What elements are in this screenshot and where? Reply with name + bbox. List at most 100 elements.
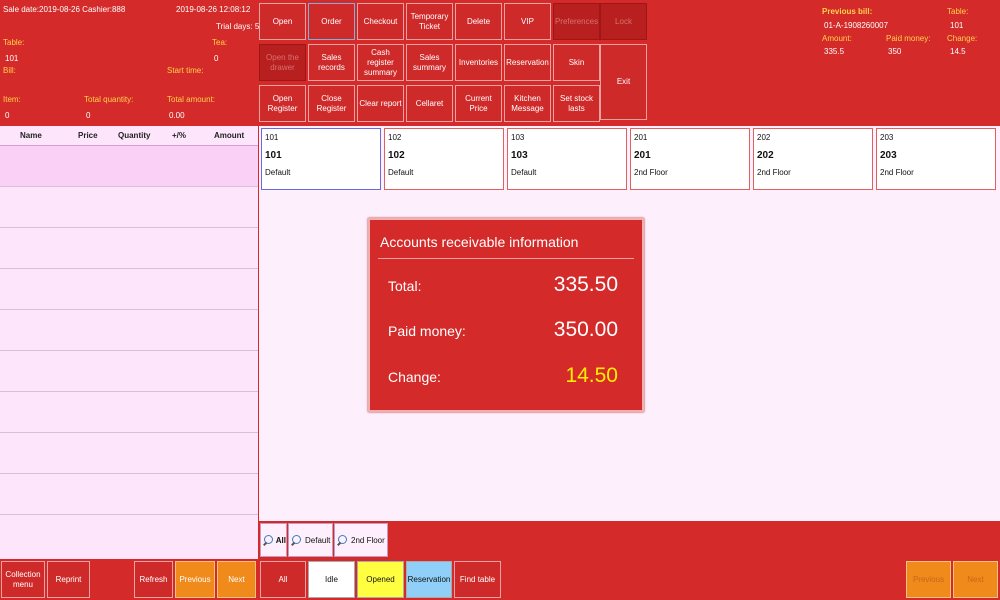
sales-summary-button[interactable]: Sales summary — [406, 44, 453, 81]
current-price-button[interactable]: Current Price — [455, 85, 502, 122]
paid-money-label: Paid money: — [388, 323, 466, 339]
previous-bill-panel: Previous bill: Table: 01-A-1908260007 10… — [805, 0, 1000, 60]
dialog-title: Accounts receivable information — [380, 234, 579, 250]
order-row[interactable] — [0, 351, 258, 392]
table-code: 103 — [511, 133, 525, 142]
reservation-button[interactable]: Reservation — [504, 44, 551, 81]
order-list[interactable]: Name Price Quantity +/% Amount — [0, 126, 258, 559]
status-idle-button[interactable]: Idle — [308, 561, 355, 598]
table-code: 102 — [388, 133, 402, 142]
order-row[interactable] — [0, 146, 258, 187]
table-card-102[interactable]: 102 102 Default — [384, 128, 504, 190]
previous-change-value: 14.5 — [950, 47, 966, 56]
cash-register-summary-button[interactable]: Cash register summary — [357, 44, 404, 81]
order-row[interactable] — [0, 433, 258, 474]
area-default-button[interactable]: Default — [288, 523, 333, 557]
vip-button[interactable]: VIP — [504, 3, 551, 40]
column-name: Name — [20, 131, 42, 140]
table-next-button[interactable]: Next — [953, 561, 998, 598]
table-area: 2nd Floor — [634, 168, 668, 177]
trial-days: Trial days: 5 — [216, 22, 260, 31]
item-label: Item: — [3, 95, 21, 104]
lock-button[interactable]: Lock — [600, 3, 647, 40]
tea-value: 0 — [214, 54, 219, 63]
previous-change-label: Change: — [947, 34, 978, 43]
order-row[interactable] — [0, 228, 258, 269]
table-code: 201 — [634, 133, 648, 142]
next-page-button[interactable]: Next — [217, 561, 256, 598]
table-area: Default — [265, 168, 291, 177]
inventories-button[interactable]: Inventories — [455, 44, 502, 81]
table-card-101[interactable]: 101 101 Default — [261, 128, 381, 190]
open-register-button[interactable]: Open Register — [259, 85, 306, 122]
order-row[interactable] — [0, 474, 258, 515]
column-quantity: Quantity — [118, 131, 151, 140]
open-button[interactable]: Open — [259, 3, 306, 40]
order-row[interactable] — [0, 515, 258, 559]
status-opened-button[interactable]: Opened — [357, 561, 404, 598]
order-row[interactable] — [0, 269, 258, 310]
order-list-header: Name Price Quantity +/% Amount — [0, 126, 258, 146]
area-all-button[interactable]: All — [260, 523, 287, 557]
order-row[interactable] — [0, 392, 258, 433]
sales-records-button[interactable]: Sales records — [308, 44, 355, 81]
table-name: 102 — [388, 150, 405, 161]
order-row[interactable] — [0, 187, 258, 228]
table-card-202[interactable]: 202 202 2nd Floor — [753, 128, 873, 190]
exit-button[interactable]: Exit — [600, 44, 647, 120]
table-code: 202 — [757, 133, 771, 142]
table-code: 101 — [265, 133, 279, 142]
table-card-103[interactable]: 103 103 Default — [507, 128, 627, 190]
delete-button[interactable]: Delete — [455, 3, 502, 40]
change-value: 14.50 — [565, 364, 618, 387]
status-all-button[interactable]: All — [260, 561, 306, 598]
table-name: 201 — [634, 150, 651, 161]
table-area: 2nd Floor — [880, 168, 914, 177]
find-table-button[interactable]: Find table — [454, 561, 501, 598]
total-amount-label: Total amount: — [167, 95, 216, 104]
table-area: Default — [388, 168, 414, 177]
total-amount-value: 0.00 — [169, 111, 185, 120]
kitchen-message-button[interactable]: Kitchen Message — [504, 85, 551, 122]
table-value: 101 — [5, 54, 19, 63]
status-reservation-button[interactable]: Reservation — [406, 561, 452, 598]
tea-label: Tea: — [212, 38, 228, 47]
accounts-receivable-dialog: Accounts receivable information Total: 3… — [368, 218, 644, 412]
reprint-button[interactable]: Reprint — [47, 561, 90, 598]
table-area: Default — [511, 168, 537, 177]
sale-date-cashier: Sale date:2019-08-26 Cashier:888 — [3, 5, 126, 14]
previous-bill-number: 01-A-1908260007 — [824, 21, 889, 30]
temporary-ticket-button[interactable]: Temporary Ticket — [406, 3, 453, 40]
skin-button[interactable]: Skin — [553, 44, 600, 81]
open-drawer-button[interactable]: Open the drawer — [259, 44, 306, 81]
table-card-201[interactable]: 201 201 2nd Floor — [630, 128, 750, 190]
dialog-divider — [378, 258, 634, 259]
previous-paid-value: 350 — [888, 47, 902, 56]
order-row[interactable] — [0, 310, 258, 351]
checkout-button[interactable]: Checkout — [357, 3, 404, 40]
table-card-203[interactable]: 203 203 2nd Floor — [876, 128, 996, 190]
column-amount: Amount — [214, 131, 245, 140]
table-name: 203 — [880, 150, 897, 161]
order-button[interactable]: Order — [308, 3, 355, 40]
previous-page-button[interactable]: Previous — [175, 561, 215, 598]
set-stock-lasts-button[interactable]: Set stock lasts — [553, 85, 600, 122]
table-name: 103 — [511, 150, 528, 161]
preferences-button[interactable]: Preferences — [553, 3, 600, 40]
table-code: 203 — [880, 133, 894, 142]
close-register-button[interactable]: Close Register — [308, 85, 355, 122]
cellaret-button[interactable]: Cellaret — [406, 85, 453, 122]
collection-menu-button[interactable]: Collection menu — [1, 561, 45, 598]
bill-label: Bill: — [3, 66, 16, 75]
magnifier-icon — [263, 534, 274, 546]
refresh-button[interactable]: Refresh — [134, 561, 173, 598]
total-quantity-label: Total quantity: — [84, 95, 134, 104]
area-2nd-floor-label: 2nd Floor — [351, 535, 385, 545]
column-price: Price — [78, 131, 98, 140]
table-previous-button[interactable]: Previous — [906, 561, 951, 598]
table-name: 101 — [265, 150, 282, 161]
area-default-label: Default — [305, 535, 331, 545]
area-2nd-floor-button[interactable]: 2nd Floor — [334, 523, 388, 557]
clear-report-button[interactable]: Clear report — [357, 85, 404, 122]
magnifier-icon — [337, 534, 349, 546]
